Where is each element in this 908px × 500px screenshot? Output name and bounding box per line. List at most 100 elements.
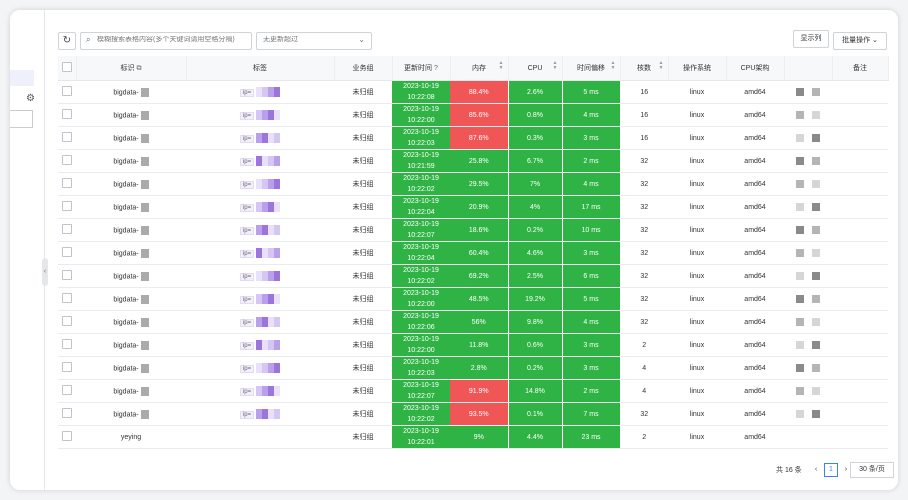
tag-label[interactable]: ip= — [239, 226, 255, 235]
prev-page-button[interactable]: ‹ — [810, 464, 822, 476]
sort-icon[interactable]: ▲ ▼ — [611, 61, 616, 71]
host-id[interactable]: bigdata- — [113, 273, 138, 280]
col-memory[interactable]: 内存 ▲ ▼ — [450, 56, 509, 81]
row-checkbox[interactable] — [62, 385, 72, 395]
row-checkbox[interactable] — [62, 270, 72, 280]
sort-icon[interactable]: ▲ ▼ — [499, 61, 504, 71]
tag-label[interactable]: ip= — [239, 180, 255, 189]
help-icon[interactable]: ? — [434, 65, 438, 72]
row-checkbox[interactable] — [62, 178, 72, 188]
table-row[interactable]: bigdata-ip= 未归组 2023-10-19 10:22:08 88.4% 2.6… — [58, 80, 888, 104]
host-id[interactable]: bigdata- — [113, 89, 138, 96]
host-id[interactable]: bigdata- — [113, 342, 138, 349]
table-row[interactable]: bigdata-ip= 未归组 2023-10-19 10:21:59 25.8% 6.7… — [58, 149, 888, 173]
row-checkbox[interactable] — [62, 339, 72, 349]
sort-icon[interactable]: ▲ ▼ — [553, 61, 558, 71]
row-checkbox[interactable] — [62, 201, 72, 211]
refresh-button[interactable]: ↻ — [58, 32, 76, 50]
host-id[interactable]: bigdata- — [113, 112, 138, 119]
tag-label[interactable]: ip= — [239, 88, 255, 97]
redacted-block — [812, 341, 820, 349]
arch-value: amd64 — [744, 272, 766, 280]
row-checkbox[interactable] — [62, 132, 72, 142]
display-columns-button[interactable]: 显示列 — [793, 30, 829, 48]
left-panel-selected-item[interactable] — [10, 70, 34, 86]
table-row[interactable]: bigdata-ip= 未归组 2023-10-19 10:22:04 60.4% 4.6… — [58, 241, 888, 265]
host-id[interactable]: bigdata- — [113, 158, 138, 165]
host-id[interactable]: bigdata- — [113, 365, 138, 372]
host-id[interactable]: yeying — [121, 434, 141, 441]
host-id[interactable]: bigdata- — [113, 135, 138, 142]
host-id[interactable]: bigdata- — [113, 388, 138, 395]
cell-cpu: 6.7% — [508, 149, 563, 173]
table-row[interactable]: bigdata-ip= 未归组 2023-10-19 10:22:02 69.2% 2.5… — [58, 264, 888, 288]
cell-os: linux — [668, 195, 726, 219]
table-row[interactable]: bigdata-ip= 未归组 2023-10-19 10:22:06 56% 9.8% 4… — [58, 310, 888, 334]
stale-filter-input[interactable] — [263, 36, 353, 43]
cell-offset: 7 ms — [562, 402, 621, 426]
tag-label[interactable]: ip= — [239, 203, 255, 212]
table-row[interactable]: bigdata-ip= 未归组 2023-10-19 10:22:00 85.6% 0.8… — [58, 103, 888, 127]
tag-label[interactable]: ip= — [239, 272, 255, 281]
tag-label[interactable]: ip= — [239, 111, 255, 120]
redacted-block — [274, 340, 281, 350]
col-offset[interactable]: 时间偏移 ▲ ▼ — [562, 56, 621, 81]
cpu-value: 9.8% — [527, 318, 543, 326]
table-row[interactable]: bigdata-ip= 未归组 2023-10-19 10:22:02 29.5% 7% 4… — [58, 172, 888, 196]
page-size-select[interactable]: 30 条/页 — [850, 462, 894, 478]
row-checkbox[interactable] — [62, 362, 72, 372]
search-input[interactable] — [97, 36, 247, 43]
row-checkbox[interactable] — [62, 293, 72, 303]
col-cpu[interactable]: CPU ▲ ▼ — [508, 56, 563, 81]
page-1-button[interactable]: 1 — [823, 463, 838, 477]
host-id[interactable]: bigdata- — [113, 250, 138, 257]
row-checkbox[interactable] — [62, 155, 72, 165]
tag-label[interactable]: ip= — [239, 134, 255, 143]
row-checkbox[interactable] — [62, 224, 72, 234]
table-row[interactable]: bigdata-ip= 未归组 2023-10-19 10:22:00 48.5% 19.… — [58, 287, 888, 311]
table-row[interactable]: bigdata-ip= 未归组 2023-10-19 10:22:03 2.8% 0.2%… — [58, 356, 888, 380]
tag-label[interactable]: ip= — [239, 249, 255, 258]
left-panel-input[interactable] — [10, 110, 33, 128]
table-row[interactable]: yeying 未归组 2023-10-19 10:22:01 9% 4.4% 23 ms 2 l… — [58, 425, 888, 449]
col-cores[interactable]: 核数 ▲ ▼ — [620, 56, 669, 81]
host-id[interactable]: bigdata- — [113, 319, 138, 326]
host-id[interactable]: bigdata- — [113, 411, 138, 418]
table-row[interactable]: bigdata-ip= 未归组 2023-10-19 10:22:02 93.5% 0.1… — [58, 402, 888, 426]
row-checkbox[interactable] — [62, 316, 72, 326]
row-checkbox[interactable] — [62, 408, 72, 418]
table-row[interactable]: bigdata-ip= 未归组 2023-10-19 10:22:00 11.8% 0.6… — [58, 333, 888, 357]
cell-arch: amd64 — [726, 149, 784, 173]
row-checkbox[interactable] — [62, 431, 72, 441]
table-row[interactable]: bigdata-ip= 未归组 2023-10-19 10:22:04 20.9% 4% 1… — [58, 195, 888, 219]
cell-blank — [784, 172, 832, 196]
cell-cores: 32 — [620, 149, 668, 173]
select-all-checkbox[interactable] — [61, 62, 72, 72]
stale-filter-select[interactable]: ⌄ — [256, 32, 372, 50]
table-row[interactable]: bigdata-ip= 未归组 2023-10-19 10:22:07 18.6% 0.2… — [58, 218, 888, 242]
host-id[interactable]: bigdata- — [113, 181, 138, 188]
sort-icon[interactable]: ▲ ▼ — [659, 61, 664, 71]
host-id[interactable]: bigdata- — [113, 204, 138, 211]
host-id[interactable]: bigdata- — [113, 296, 138, 303]
tag-label[interactable]: ip= — [239, 341, 255, 350]
table-row[interactable]: bigdata-ip= 未归组 2023-10-19 10:22:03 87.6% 0.3… — [58, 126, 888, 150]
tag-label[interactable]: ip= — [239, 387, 255, 396]
tag-label[interactable]: ip= — [239, 318, 255, 327]
tag-label[interactable]: ip= — [239, 295, 255, 304]
gear-icon[interactable]: ⚙ — [26, 93, 35, 104]
table-row[interactable]: bigdata-ip= 未归组 2023-10-19 10:22:07 91.9% 14.… — [58, 379, 888, 403]
row-checkbox[interactable] — [62, 247, 72, 257]
cell-os: linux — [668, 80, 726, 104]
tag-label[interactable]: ip= — [239, 364, 255, 373]
cores-value: 32 — [640, 157, 649, 165]
collapse-handle[interactable]: ‹ — [42, 258, 48, 286]
col-updated[interactable]: 更新时间? — [392, 56, 451, 81]
tag-label[interactable]: ip= — [239, 157, 255, 166]
batch-actions-button[interactable]: 批量操作 ⌄ — [833, 32, 887, 50]
row-checkbox[interactable] — [62, 86, 72, 96]
copy-icon[interactable]: ⧉ — [137, 65, 142, 72]
tag-label[interactable]: ip= — [239, 410, 255, 419]
row-checkbox[interactable] — [62, 109, 72, 119]
host-id[interactable]: bigdata- — [113, 227, 138, 234]
